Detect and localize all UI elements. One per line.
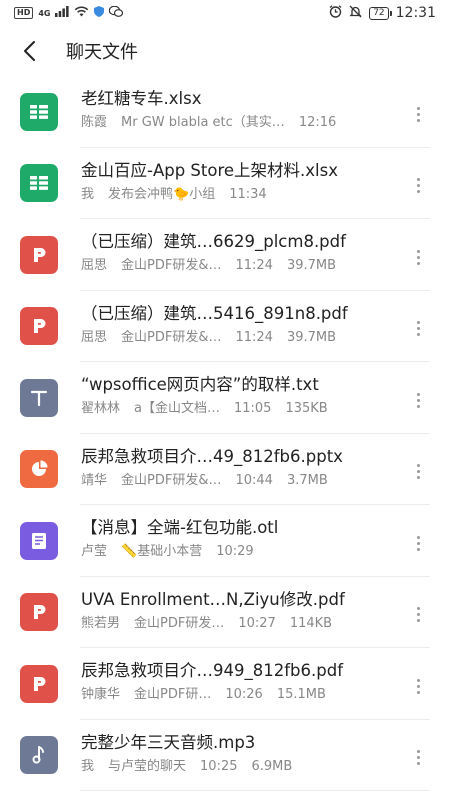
file-source: a【金山文档… xyxy=(134,401,220,416)
file-sender: 我 xyxy=(81,186,95,202)
file-time: 10:44 xyxy=(235,472,273,488)
app-header: 聊天文件 xyxy=(0,26,450,76)
more-options-icon[interactable] xyxy=(408,460,428,484)
pdf-icon xyxy=(20,593,58,632)
file-source: 金山PDF研… xyxy=(134,687,212,702)
file-row[interactable]: UVA Enrollment…N,Ziyu修改.pdf 熊若男 金山PDF研发… 1… xyxy=(0,577,450,649)
file-time: 10:29 xyxy=(216,544,254,559)
file-name: 辰邦急救项目介…49_812fb6.pptx xyxy=(81,446,343,466)
file-size: 39.7MB xyxy=(286,258,337,273)
file-name: （已压缩）建筑…5416_891n8.pdf xyxy=(81,303,348,323)
file-row[interactable]: （已压缩）建筑…5416_891n8.pdf 屈思 金山PDF研发&… 11:24 3… xyxy=(0,291,450,363)
more-options-icon[interactable] xyxy=(408,674,428,698)
file-time: 11:24 xyxy=(235,329,273,345)
more-options-icon[interactable] xyxy=(408,102,428,126)
file-size: 39.7MB xyxy=(286,329,337,345)
file-size: 6.9MB xyxy=(251,758,293,774)
audio-file-icon xyxy=(20,736,58,775)
signal-icon xyxy=(55,6,70,20)
file-size: 3.7MB xyxy=(286,472,328,488)
file-row[interactable]: 【消息】全端-红包功能.otl 卢莹 📏基础小本营 10:29 xyxy=(0,505,450,577)
status-bar: HD 4G 72 12:31 xyxy=(0,0,450,26)
battery-indicator: 72 xyxy=(369,6,393,20)
network-type: 4G xyxy=(38,8,51,18)
more-options-icon[interactable] xyxy=(408,531,428,555)
spreadsheet-icon xyxy=(20,164,58,203)
file-source: 与卢莹的聊天 xyxy=(108,758,187,774)
file-sender: 钟康华 xyxy=(81,687,121,702)
file-row[interactable]: 辰邦急救项目介…949_812fb6.pdf 钟康华 金山PDF研… 10:26 15… xyxy=(0,648,450,720)
file-size: 15.1MB xyxy=(276,687,326,702)
more-options-icon[interactable] xyxy=(408,317,428,341)
file-size: 135KB xyxy=(285,401,328,416)
presentation-icon xyxy=(20,450,58,489)
spreadsheet-icon xyxy=(20,92,58,131)
file-time: 11:34 xyxy=(229,186,267,202)
file-sender: 靖华 xyxy=(81,472,108,488)
pdf-icon xyxy=(20,307,58,346)
more-options-icon[interactable] xyxy=(408,174,428,198)
file-sender: 翟林林 xyxy=(81,401,121,416)
wifi-icon xyxy=(74,6,89,20)
text-file-icon xyxy=(20,378,58,417)
file-name: 老红糖专车.xlsx xyxy=(81,89,202,108)
file-list: 老红糖专车.xlsx 陈霞 Mr GW blabla etc（其实… 12:16 金… xyxy=(0,76,450,791)
more-options-icon[interactable] xyxy=(408,245,428,269)
file-source: Mr GW blabla etc（其实… xyxy=(121,115,285,130)
file-sender: 屈思 xyxy=(81,329,108,345)
file-source: 金山PDF研发&… xyxy=(121,258,222,273)
file-source: 发布会冲鸭🐤小组 xyxy=(108,186,216,202)
file-sender: 熊若男 xyxy=(81,615,121,631)
file-name: UVA Enrollment…N,Ziyu修改.pdf xyxy=(81,589,345,609)
hd-indicator: HD xyxy=(14,7,34,19)
back-button[interactable] xyxy=(0,26,60,76)
file-row[interactable]: 金山百应-App Store上架材料.xlsx 我发布会冲鸭🐤小组 11:34 xyxy=(0,148,450,220)
more-options-icon[interactable] xyxy=(408,603,428,627)
clock: 12:31 xyxy=(395,5,436,21)
file-size: 114KB xyxy=(289,615,333,631)
wechat-icon xyxy=(109,5,124,20)
file-sender: 卢莹 xyxy=(81,544,108,559)
pdf-icon xyxy=(20,664,58,703)
file-sender: 屈思 xyxy=(81,258,108,273)
file-source: 金山PDF研发… xyxy=(134,615,225,631)
file-name: 完整少年三天音频.mp3 xyxy=(81,732,256,752)
file-row[interactable]: 老红糖专车.xlsx 陈霞 Mr GW blabla etc（其实… 12:16 xyxy=(0,76,450,148)
page-title: 聊天文件 xyxy=(66,42,138,63)
file-time: 10:27 xyxy=(238,615,276,631)
file-name: 辰邦急救项目介…949_812fb6.pdf xyxy=(81,661,344,680)
shield-icon xyxy=(94,6,105,20)
file-row[interactable]: 完整少年三天音频.mp3 我与卢莹的聊天 10:25 6.9MB xyxy=(0,720,450,792)
file-source: 金山PDF研发&… xyxy=(121,472,222,488)
file-time: 10:26 xyxy=(225,687,263,702)
more-options-icon[interactable] xyxy=(408,388,428,412)
more-options-icon[interactable] xyxy=(408,746,428,770)
file-sender: 我 xyxy=(81,758,95,774)
file-name: （已压缩）建筑…6629_plcm8.pdf xyxy=(81,232,346,251)
file-time: 12:16 xyxy=(298,115,337,130)
file-name: “wpsoffice网页内容”的取样.txt xyxy=(81,375,319,394)
file-name: 金山百应-App Store上架材料.xlsx xyxy=(81,160,338,180)
chevron-left-icon xyxy=(24,41,35,61)
file-source: 📏基础小本营 xyxy=(121,544,203,559)
file-sender: 陈霞 xyxy=(81,115,108,130)
file-row[interactable]: “wpsoffice网页内容”的取样.txt 翟林林 a【金山文档… 11:05 13… xyxy=(0,362,450,434)
file-row[interactable]: （已压缩）建筑…6629_plcm8.pdf 屈思 金山PDF研发&… 11:24 3… xyxy=(0,219,450,291)
file-row[interactable]: 辰邦急救项目介…49_812fb6.pptx 靖华 金山PDF研发&… 10:44 3… xyxy=(0,434,450,506)
file-source: 金山PDF研发&… xyxy=(121,329,222,345)
mute-bell-icon xyxy=(349,5,362,21)
notebook-icon xyxy=(20,521,58,560)
alarm-icon xyxy=(329,5,342,21)
file-time: 11:05 xyxy=(233,401,272,416)
pdf-icon xyxy=(20,235,58,274)
file-name: 【消息】全端-红包功能.otl xyxy=(81,518,279,537)
file-time: 11:24 xyxy=(235,258,273,273)
file-time: 10:25 xyxy=(200,758,238,774)
